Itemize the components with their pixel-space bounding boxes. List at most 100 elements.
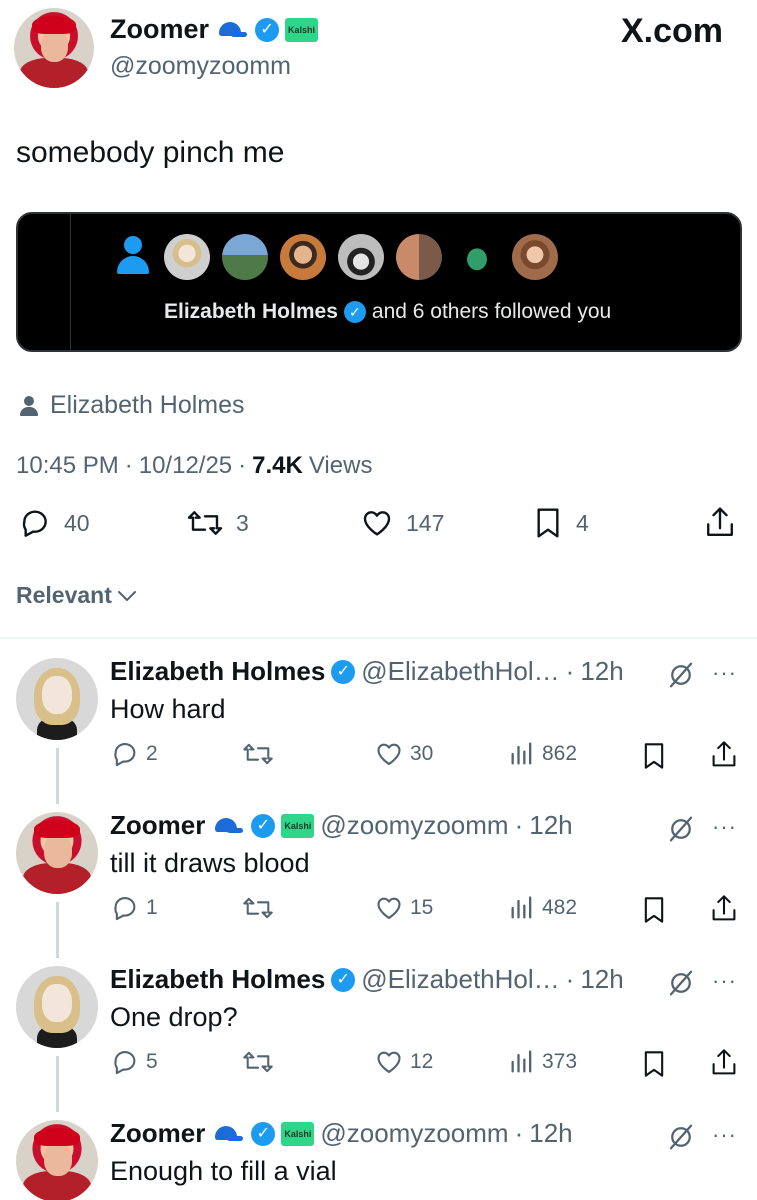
reply-header: Elizabeth Holmes ✓ @ElizabethHol… · 12h — [110, 964, 624, 995]
reply-repost-button[interactable] — [242, 740, 274, 768]
reply-count: 2 — [146, 742, 158, 765]
like-count: 30 — [410, 742, 434, 765]
kalshi-affiliate-badge[interactable]: Kalshi — [285, 17, 319, 42]
follower-avatar-6 — [454, 234, 500, 280]
share-icon[interactable] — [710, 1048, 738, 1078]
share-icon — [707, 507, 733, 536]
follower-avatar-4 — [338, 234, 384, 280]
kalshi-affiliate-badge[interactable]: Kalshi — [281, 813, 315, 838]
reply-avatar[interactable] — [16, 812, 98, 894]
like-count: 15 — [410, 896, 434, 919]
reply-like-button[interactable]: 15 — [374, 894, 433, 922]
reply-author-name[interactable]: Elizabeth Holmes — [110, 656, 325, 687]
reply-time[interactable]: 12h — [580, 964, 623, 995]
reply-repost-button[interactable] — [242, 1048, 274, 1076]
reply-reply-button[interactable]: 5 — [110, 1048, 158, 1076]
share-icon[interactable] — [710, 740, 738, 770]
like-button[interactable]: 147 — [360, 507, 444, 539]
reply-icon — [114, 897, 136, 921]
notification-screenshot-card[interactable]: Elizabeth Holmes ✓ and 6 others followed… — [16, 212, 742, 352]
reply-icon — [22, 510, 47, 537]
more-options-icon[interactable]: ··· — [712, 660, 737, 686]
repost-button[interactable]: 3 — [186, 507, 249, 539]
reply-repost-button[interactable] — [242, 894, 274, 922]
reply-icon — [114, 743, 136, 767]
reply-author-name[interactable]: Zoomer — [110, 1118, 205, 1149]
tagged-user-link[interactable]: Elizabeth Holmes — [50, 391, 245, 420]
more-options-icon[interactable]: ··· — [712, 1122, 737, 1148]
bookmark-icon — [537, 508, 559, 538]
grok-icon[interactable] — [666, 1122, 696, 1152]
post-date[interactable]: 10/12/25 — [139, 452, 232, 480]
bookmark-icon[interactable] — [642, 742, 666, 770]
views-count: 7.4K — [252, 452, 303, 479]
repost-icon — [243, 1051, 273, 1073]
share-button[interactable] — [704, 506, 736, 540]
like-count: 147 — [406, 509, 445, 536]
follower-avatar-5 — [396, 234, 442, 280]
views-count: 373 — [542, 1050, 578, 1073]
verified-badge-icon[interactable]: ✓ — [255, 17, 280, 42]
reply-sort-dropdown[interactable]: Relevant — [16, 582, 138, 609]
reply-like-button[interactable]: 12 — [374, 1048, 433, 1076]
verified-badge-icon[interactable]: ✓ — [331, 659, 356, 684]
repost-count: 3 — [236, 509, 249, 536]
reply-count: 40 — [64, 509, 90, 536]
reply-sort-label: Relevant — [16, 582, 112, 608]
reply-like-button[interactable]: 30 — [374, 740, 433, 768]
person-follow-icon — [116, 236, 150, 274]
reply-time[interactable]: 12h — [529, 1118, 572, 1149]
reply-reply-button[interactable]: 2 — [110, 740, 158, 768]
reply-author-name[interactable]: Elizabeth Holmes — [110, 964, 325, 995]
grok-icon[interactable] — [666, 660, 696, 690]
views-count: 482 — [542, 896, 578, 919]
bookmark-button[interactable]: 4 — [534, 507, 589, 539]
follower-avatar-7 — [512, 234, 558, 280]
verified-badge-icon[interactable]: ✓ — [251, 813, 276, 838]
notification-rest-text: and 6 others followed you — [371, 300, 612, 323]
kalshi-affiliate-badge[interactable]: Kalshi — [281, 1121, 315, 1146]
reply-views-button[interactable]: 862 — [508, 740, 577, 768]
reply-author-name[interactable]: Zoomer — [110, 810, 205, 841]
reply-avatar[interactable] — [16, 1120, 98, 1200]
bookmark-count: 4 — [576, 509, 589, 536]
bookmark-icon[interactable] — [642, 896, 666, 924]
verified-badge-icon[interactable]: ✓ — [331, 967, 356, 992]
grok-icon[interactable] — [666, 968, 696, 998]
bookmark-icon[interactable] — [642, 1050, 666, 1078]
reply-author-handle[interactable]: @zoomyzoomm — [320, 1118, 508, 1149]
reply-icon — [114, 1051, 136, 1075]
blue-cap-emoji-icon — [211, 816, 245, 836]
repost-icon — [243, 743, 273, 765]
reply-text: Enough to fill a vial — [110, 1156, 337, 1186]
reply-avatar[interactable] — [16, 658, 98, 740]
author-display-name[interactable]: Zoomer — [110, 14, 209, 45]
post-time[interactable]: 10:45 PM — [16, 452, 119, 480]
blue-cap-emoji-icon — [215, 20, 249, 40]
follower-avatar-2 — [222, 234, 268, 280]
reply-views-button[interactable]: 373 — [508, 1048, 577, 1076]
more-options-icon[interactable]: ··· — [712, 968, 737, 994]
reply-author-handle[interactable]: @ElizabethHol… — [361, 964, 559, 995]
reply-author-handle[interactable]: @zoomyzoomm — [320, 810, 508, 841]
reply-count: 1 — [146, 896, 158, 919]
heart-icon — [377, 897, 401, 919]
reply-author-handle[interactable]: @ElizabethHol… — [361, 656, 559, 687]
like-count: 12 — [410, 1050, 434, 1073]
views-count: 862 — [542, 742, 578, 765]
author-handle[interactable]: @zoomyzoomm — [110, 52, 291, 81]
reply-time[interactable]: 12h — [580, 656, 623, 687]
post-metadata: 10:45 PM · 10/12/25 · 7.4K Views — [16, 452, 373, 480]
grok-icon[interactable] — [666, 814, 696, 844]
share-icon[interactable] — [710, 894, 738, 924]
more-options-icon[interactable]: ··· — [712, 814, 737, 840]
author-avatar[interactable] — [14, 8, 94, 88]
reply-views-button[interactable]: 482 — [508, 894, 577, 922]
reply-button[interactable]: 40 — [18, 507, 90, 539]
verified-badge-icon[interactable]: ✓ — [251, 1121, 276, 1146]
thread-line — [56, 1056, 59, 1112]
reply-time[interactable]: 12h — [529, 810, 572, 841]
thread-line — [56, 902, 59, 958]
reply-reply-button[interactable]: 1 — [110, 894, 158, 922]
reply-avatar[interactable] — [16, 966, 98, 1048]
